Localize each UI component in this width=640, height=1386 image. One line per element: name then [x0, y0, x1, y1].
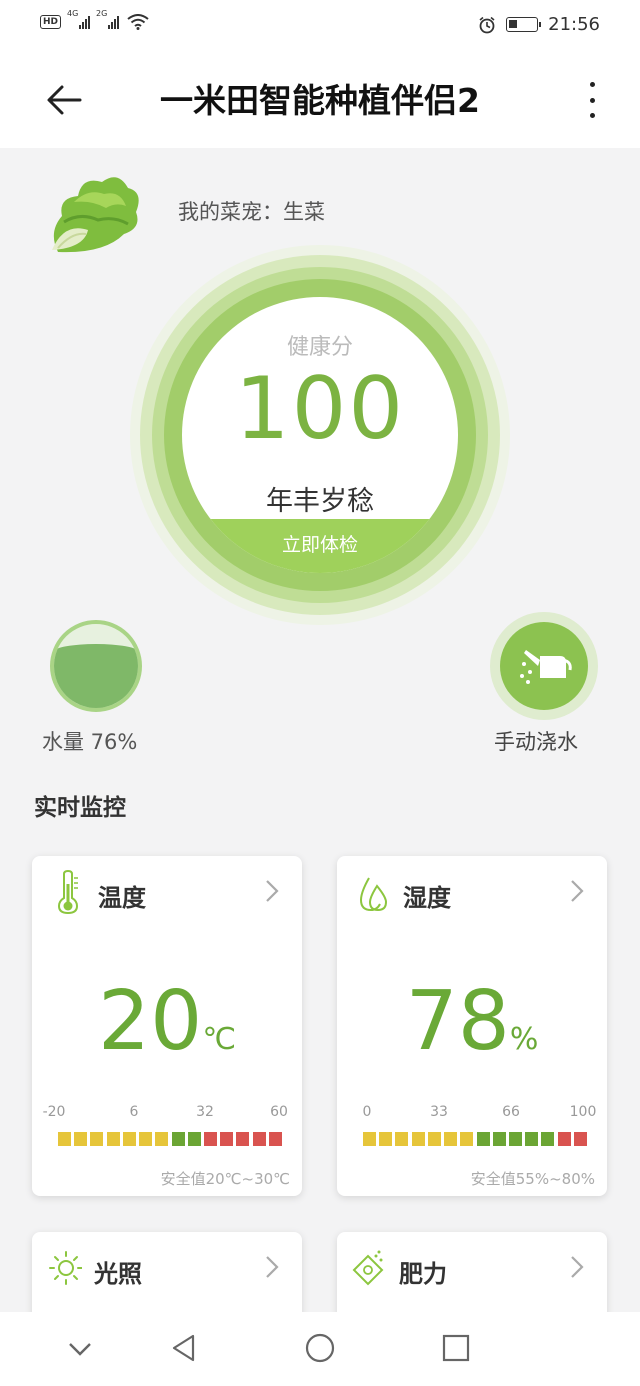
scale-segment [252, 1132, 266, 1146]
temperature-unit: ℃ [202, 1022, 237, 1057]
scale-segment [395, 1132, 409, 1146]
temperature-title: 温度 [98, 884, 146, 912]
scale-segment [427, 1132, 441, 1146]
fertility-title: 肥力 [399, 1260, 447, 1288]
humidity-value: 78 [405, 974, 510, 1069]
scale-segment [363, 1132, 376, 1146]
scale-segment [492, 1132, 506, 1146]
scale-segment [379, 1132, 393, 1146]
health-score-label: 健康分 [286, 335, 353, 360]
gauge-center: 健康分 100 年丰岁稔 立即体检 [182, 297, 458, 573]
status-right: 21:56 [478, 14, 600, 35]
back-arrow-icon[interactable] [44, 80, 84, 120]
collapse-icon[interactable] [62, 1330, 98, 1366]
scale-segment [220, 1132, 234, 1146]
temperature-safe-range: 安全值20℃~30℃ [160, 1170, 290, 1188]
scale-segment [460, 1132, 474, 1146]
humidity-unit: % [509, 1022, 539, 1057]
alarm-icon [479, 16, 495, 33]
back-triangle-icon[interactable] [166, 1330, 202, 1366]
health-description: 年丰岁稔 [266, 486, 374, 517]
chevron-right-icon [266, 880, 279, 902]
battery-icon [506, 17, 542, 32]
plant-name-label: 我的菜宠：生菜 [178, 200, 325, 224]
humidity-scale-bar [363, 1132, 587, 1148]
water-level-indicator [50, 620, 142, 712]
scale-segment [508, 1132, 522, 1146]
health-score-value: 100 [234, 359, 406, 459]
chevron-right-icon [571, 1256, 584, 1278]
temperature-reading: 20℃ [32, 974, 302, 1070]
humidity-scale-labels: 0 33 66 100 [351, 1104, 597, 1122]
scale-tick-label: -20 [42, 1104, 66, 1120]
scale-tick-label: 66 [502, 1104, 520, 1120]
lettuce-image [52, 177, 139, 253]
home-circle-icon[interactable] [302, 1330, 338, 1366]
temperature-value: 20 [97, 974, 203, 1069]
hd-indicator: HD [40, 15, 62, 29]
scale-segment [90, 1132, 104, 1146]
health-gauge: 健康分 100 年丰岁稔 立即体检 [130, 245, 510, 625]
status-indicators: HD 4G 2G [40, 9, 149, 30]
scale-tick-label: 60 [270, 1104, 288, 1120]
sun-icon [49, 1251, 82, 1285]
temperature-card[interactable]: 温度 20℃ -20 6 32 60 安全值20℃~30℃ [32, 856, 302, 1196]
watering-can-icon [520, 650, 572, 684]
scale-segment [268, 1132, 282, 1146]
wifi-icon [127, 14, 149, 30]
scale-segment [236, 1132, 250, 1146]
page-title: 一米田智能种植伴侣2 [160, 81, 480, 120]
scale-segment [476, 1132, 490, 1146]
manual-water-label: 手动浇水 [494, 730, 578, 754]
scale-segment [171, 1132, 185, 1146]
manual-water-button-core [500, 622, 588, 710]
scale-segment [139, 1132, 153, 1146]
scale-segment [557, 1132, 571, 1146]
water-level-label: 水量 76% [42, 730, 138, 754]
scale-segment [58, 1132, 71, 1146]
scale-tick-label: 6 [129, 1104, 139, 1120]
scale-segment [525, 1132, 539, 1146]
humidity-title: 湿度 [403, 884, 451, 912]
temperature-scale-labels: -20 6 32 60 [42, 1104, 288, 1122]
signal-4g-icon: 4G [67, 9, 91, 29]
scale-segment [541, 1132, 555, 1146]
scale-segment [187, 1132, 201, 1146]
scale-segment [106, 1132, 120, 1146]
clock: 21:56 [548, 14, 600, 35]
scale-tick-label: 33 [430, 1104, 448, 1120]
chevron-right-icon [266, 1256, 279, 1278]
scale-segment [444, 1132, 458, 1146]
temperature-scale-bar [58, 1132, 282, 1148]
scale-segment [74, 1132, 88, 1146]
thermometer-icon [57, 870, 79, 914]
scale-segment [122, 1132, 136, 1146]
light-title: 光照 [94, 1260, 142, 1288]
water-drops-icon [359, 877, 388, 912]
signal-2g-icon: 2G [96, 9, 120, 29]
app-header: 一米田智能种植伴侣2 [0, 52, 640, 148]
water-level-fill [54, 644, 138, 708]
scale-tick-label: 0 [362, 1104, 372, 1120]
scale-segment [573, 1132, 587, 1146]
chevron-right-icon [571, 880, 584, 902]
recents-square-icon[interactable] [438, 1330, 474, 1366]
manual-water-button[interactable] [490, 612, 598, 720]
scale-segment [411, 1132, 425, 1146]
scale-tick-label: 32 [196, 1104, 214, 1120]
fertilizer-icon [352, 1250, 384, 1286]
monitor-section-title: 实时监控 [34, 795, 126, 821]
humidity-reading: 78% [337, 974, 607, 1070]
humidity-safe-range: 安全值55%~80% [470, 1170, 595, 1188]
system-nav-bar [0, 1312, 640, 1386]
humidity-card[interactable]: 湿度 78% 0 33 66 100 安全值55%~80% [337, 856, 607, 1196]
scale-tick-label: 100 [569, 1104, 597, 1120]
scale-segment [155, 1132, 169, 1146]
status-bar: HD 4G 2G 21:56 [0, 0, 640, 52]
more-vertical-icon[interactable] [584, 82, 600, 118]
checkup-button[interactable]: 立即体检 [182, 519, 458, 573]
scale-segment [203, 1132, 217, 1146]
